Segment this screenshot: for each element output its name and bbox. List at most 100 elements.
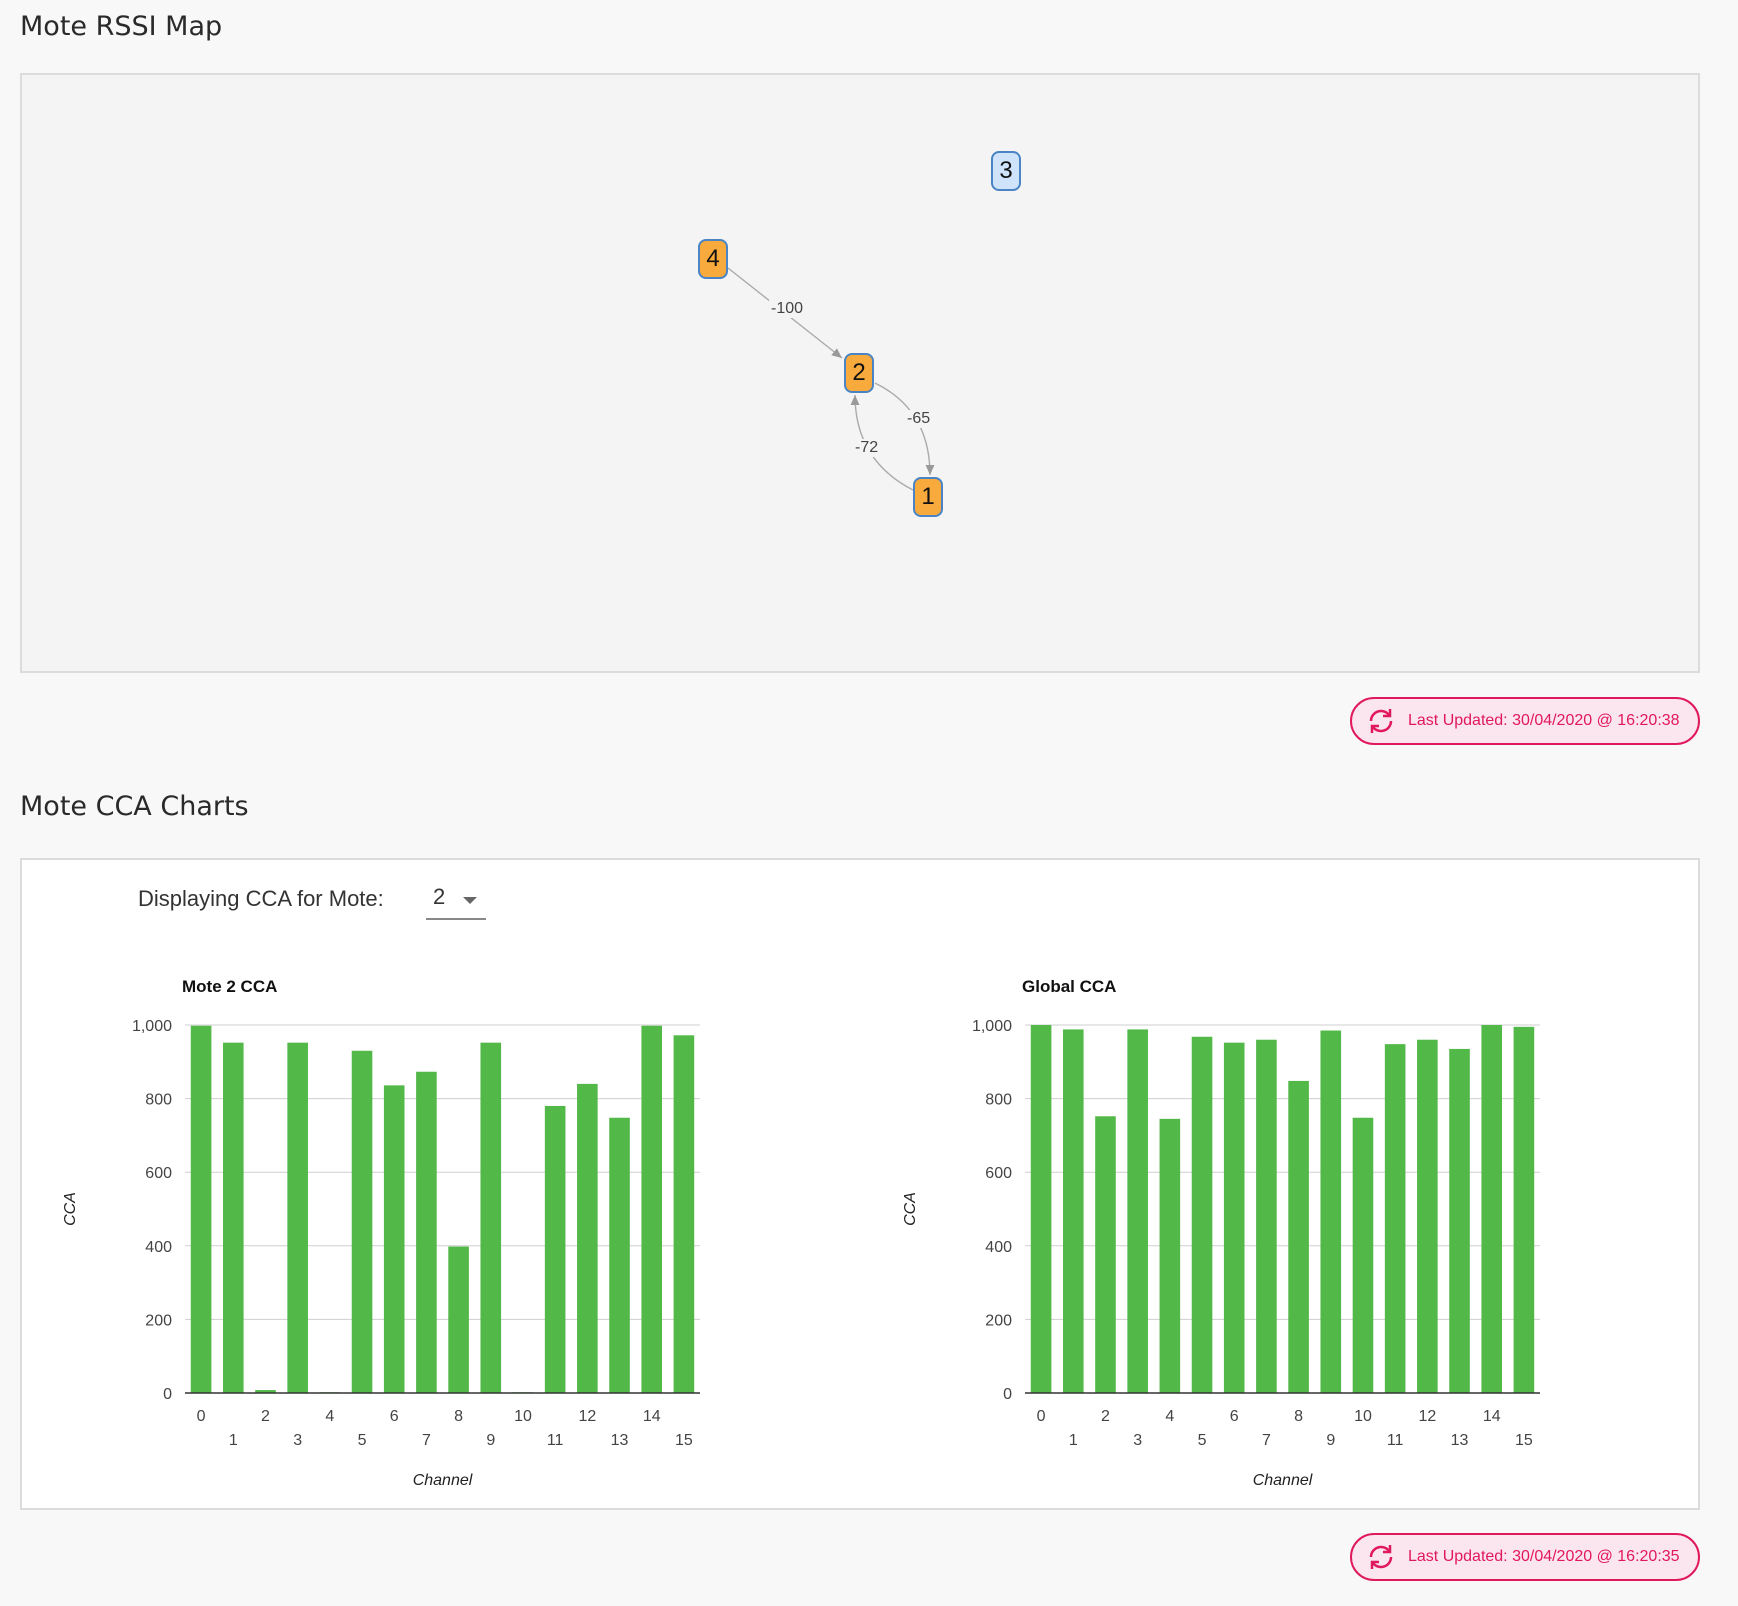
bar-channel-1[interactable] (1062, 1029, 1084, 1393)
cca-last-updated-text: Last Updated: 30/04/2020 @ 16:20:35 (1408, 1548, 1680, 1565)
x-tick-label: 2 (1101, 1408, 1110, 1425)
bar-channel-13[interactable] (609, 1117, 630, 1393)
x-tick-label: 5 (358, 1432, 367, 1449)
bar-channel-9[interactable] (1320, 1030, 1342, 1393)
x-tick-label: 9 (1326, 1432, 1335, 1449)
bar-channel-8[interactable] (1288, 1080, 1309, 1393)
mote-cca-chart: Mote 2 CCA02004006008001,000012345678910… (62, 977, 700, 1489)
y-tick-label: 200 (145, 1312, 172, 1329)
bar-channel-13[interactable] (1449, 1048, 1470, 1393)
bar-channel-10[interactable] (1352, 1117, 1374, 1393)
bar-channel-2[interactable] (1095, 1116, 1116, 1393)
bar-channel-5[interactable] (1191, 1036, 1213, 1393)
y-tick-label: 0 (1003, 1386, 1012, 1403)
x-tick-label: 15 (675, 1432, 693, 1449)
bar-channel-0[interactable] (1030, 1025, 1052, 1393)
bar-channel-8[interactable] (448, 1246, 469, 1393)
x-tick-label: 8 (454, 1408, 463, 1425)
y-tick-label: 400 (985, 1239, 1012, 1256)
x-tick-label: 7 (422, 1432, 431, 1449)
rssi-last-updated-text: Last Updated: 30/04/2020 @ 16:20:38 (1408, 712, 1680, 729)
mote-select-value: 2 (433, 884, 446, 909)
x-tick-label: 13 (611, 1432, 629, 1449)
global-cca-chart: Global CCA02004006008001,000012345678910… (902, 977, 1540, 1489)
x-tick-label: 11 (547, 1432, 564, 1449)
chart-title: Mote 2 CCA (182, 977, 277, 996)
refresh-icon (1369, 1545, 1393, 1569)
x-tick-label: 11 (1387, 1432, 1404, 1449)
x-tick-label: 2 (261, 1408, 270, 1425)
bar-channel-11[interactable] (1384, 1044, 1406, 1393)
edge-label-4-2: -100 (769, 300, 806, 318)
y-tick-label: 600 (145, 1165, 172, 1182)
rssi-last-updated-button[interactable]: Last Updated: 30/04/2020 @ 16:20:38 (1350, 697, 1700, 745)
mote-node-2[interactable]: 2 (844, 353, 874, 393)
x-tick-label: 10 (1354, 1408, 1372, 1425)
bar-channel-12[interactable] (1417, 1039, 1438, 1393)
x-axis-label: Channel (413, 1472, 473, 1489)
x-tick-label: 6 (390, 1408, 399, 1425)
y-tick-label: 400 (145, 1239, 172, 1256)
x-tick-label: 14 (1483, 1408, 1501, 1425)
bar-channel-6[interactable] (383, 1085, 405, 1393)
x-tick-label: 4 (325, 1408, 334, 1425)
bar-channel-9[interactable] (480, 1042, 502, 1393)
bar-channel-1[interactable] (222, 1042, 244, 1393)
edge-label-1-2: -72 (853, 439, 881, 457)
cca-last-updated-button[interactable]: Last Updated: 30/04/2020 @ 16:20:35 (1350, 1533, 1700, 1581)
x-tick-label: 0 (1037, 1408, 1046, 1425)
x-tick-label: 0 (197, 1408, 206, 1425)
x-tick-label: 15 (1515, 1432, 1533, 1449)
edge-label-2-1: -65 (905, 410, 933, 428)
x-tick-label: 13 (1451, 1432, 1469, 1449)
bar-channel-14[interactable] (641, 1025, 663, 1393)
bar-channel-11[interactable] (544, 1105, 566, 1393)
x-tick-label: 1 (1069, 1432, 1078, 1449)
x-tick-label: 6 (1230, 1408, 1239, 1425)
mote-select-dropdown[interactable]: 2 (426, 880, 486, 920)
x-tick-label: 14 (643, 1408, 661, 1425)
chart-title: Global CCA (1022, 977, 1116, 996)
y-tick-label: 0 (163, 1386, 172, 1403)
y-axis-label: CCA (62, 1192, 79, 1226)
y-tick-label: 800 (985, 1092, 1012, 1109)
bar-channel-3[interactable] (287, 1042, 308, 1393)
x-axis-label: Channel (1253, 1472, 1313, 1489)
x-tick-label: 1 (229, 1432, 238, 1449)
x-tick-label: 3 (1133, 1432, 1142, 1449)
x-tick-label: 9 (486, 1432, 495, 1449)
bar-channel-4[interactable] (1159, 1118, 1181, 1393)
bar-channel-14[interactable] (1481, 1025, 1503, 1393)
y-tick-label: 200 (985, 1312, 1012, 1329)
bar-channel-15[interactable] (1513, 1026, 1535, 1393)
chevron-down-icon[interactable] (463, 897, 477, 904)
bar-channel-15[interactable] (673, 1035, 695, 1393)
x-tick-label: 12 (1418, 1408, 1436, 1425)
mote-node-3[interactable]: 3 (991, 151, 1021, 191)
x-tick-label: 8 (1294, 1408, 1303, 1425)
y-tick-label: 800 (145, 1092, 172, 1109)
x-tick-label: 7 (1262, 1432, 1271, 1449)
bar-channel-6[interactable] (1223, 1042, 1245, 1393)
y-tick-label: 1,000 (972, 1018, 1012, 1035)
cca-charts-title: Mote CCA Charts (20, 791, 249, 822)
x-tick-label: 10 (514, 1408, 532, 1425)
mote-node-1[interactable]: 1 (913, 477, 943, 517)
x-tick-label: 4 (1165, 1408, 1174, 1425)
bar-channel-7[interactable] (416, 1071, 437, 1393)
mote-node-4[interactable]: 4 (698, 239, 728, 279)
bar-channel-5[interactable] (351, 1050, 373, 1393)
bar-channel-3[interactable] (1127, 1029, 1148, 1393)
y-tick-label: 1,000 (132, 1018, 172, 1035)
bar-channel-7[interactable] (1256, 1039, 1277, 1393)
bar-channel-12[interactable] (577, 1083, 598, 1393)
mote-selector-label: Displaying CCA for Mote: (138, 886, 384, 911)
refresh-icon (1369, 709, 1393, 733)
x-tick-label: 12 (578, 1408, 596, 1425)
bar-channel-0[interactable] (190, 1025, 212, 1393)
x-tick-label: 5 (1198, 1432, 1207, 1449)
x-tick-label: 3 (293, 1432, 302, 1449)
y-axis-label: CCA (902, 1192, 919, 1226)
y-tick-label: 600 (985, 1165, 1012, 1182)
edge-2-to-1[interactable] (874, 382, 935, 476)
